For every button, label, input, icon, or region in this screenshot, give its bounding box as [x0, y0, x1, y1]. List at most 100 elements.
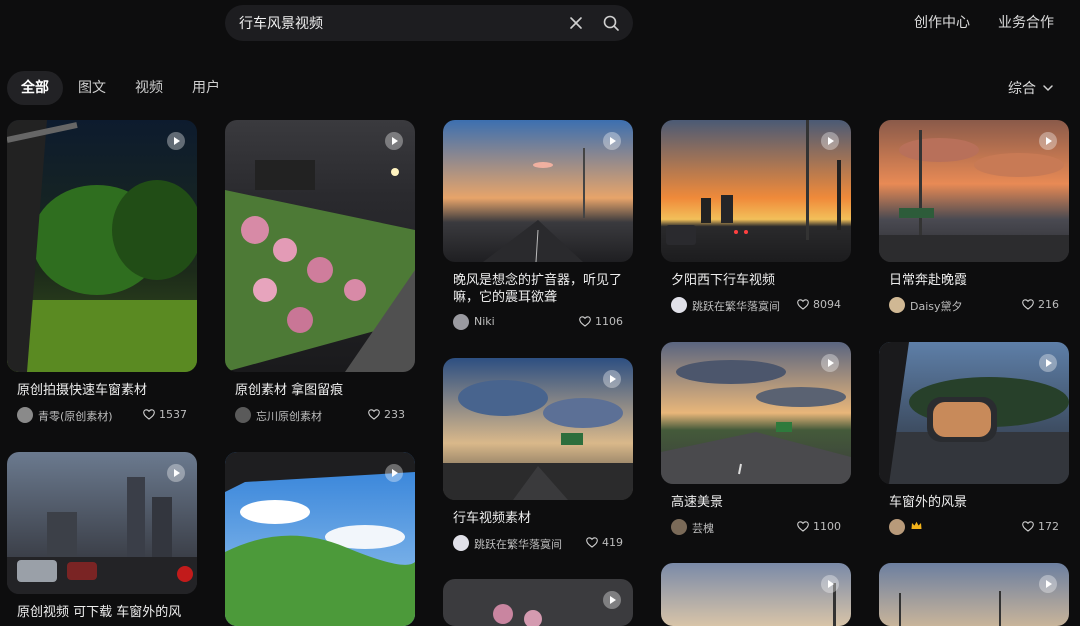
- play-icon: [167, 464, 185, 482]
- video-card: 原创素材 拿图留痕 忘川原创素材 233: [225, 120, 415, 424]
- like-count: 216: [1038, 298, 1059, 311]
- video-thumbnail[interactable]: [225, 452, 415, 626]
- like-button[interactable]: 419: [586, 536, 623, 549]
- crown-icon: [911, 521, 922, 529]
- video-thumbnail[interactable]: [7, 120, 197, 372]
- author-name[interactable]: 忘川原创素材: [256, 408, 322, 424]
- tab-notes[interactable]: 图文: [64, 71, 120, 105]
- video-thumbnail[interactable]: [225, 120, 415, 372]
- video-card: [661, 563, 851, 626]
- search-bar: [225, 5, 633, 41]
- video-card: [443, 579, 633, 626]
- video-thumbnail[interactable]: [443, 120, 633, 262]
- like-count: 1537: [159, 408, 187, 421]
- like-button[interactable]: 8094: [797, 298, 841, 311]
- play-icon: [603, 370, 621, 388]
- avatar[interactable]: [889, 519, 905, 535]
- like-count: 1100: [813, 520, 841, 533]
- avatar[interactable]: [235, 407, 251, 423]
- play-icon: [1039, 575, 1057, 593]
- card-meta: 青零(原创素材) 1537: [17, 406, 187, 424]
- like-count: 233: [384, 408, 405, 421]
- like-count: 172: [1038, 520, 1059, 533]
- video-thumbnail[interactable]: [661, 120, 851, 262]
- video-thumbnail[interactable]: [879, 342, 1069, 484]
- filter-tabs: 全部 图文 视频 用户: [7, 71, 235, 105]
- sort-dropdown[interactable]: 综合: [1008, 76, 1054, 100]
- video-card: 车窗外的风景 172: [879, 342, 1069, 536]
- card-title[interactable]: 晚风是想念的扩音器，听见了嘛，它的震耳欲聋: [453, 272, 623, 306]
- author-name[interactable]: Daisy黛夕: [910, 298, 963, 314]
- card-meta: 跳跃在繁华落寞间 419: [453, 534, 623, 552]
- play-icon: [167, 132, 185, 150]
- card-title[interactable]: 夕阳西下行车视频: [671, 272, 841, 289]
- like-button[interactable]: 1100: [797, 520, 841, 533]
- card-title[interactable]: 行车视频素材: [453, 510, 623, 527]
- author-name[interactable]: 跳跃在繁华落寞间: [692, 298, 780, 314]
- search-icon[interactable]: [602, 14, 620, 32]
- heart-icon: [586, 537, 598, 548]
- like-button[interactable]: 216: [1022, 298, 1059, 311]
- avatar[interactable]: [671, 519, 687, 535]
- video-thumbnail[interactable]: [443, 358, 633, 500]
- like-button[interactable]: 1106: [579, 315, 623, 328]
- heart-icon: [368, 409, 380, 420]
- play-icon: [385, 464, 403, 482]
- video-card: [225, 452, 415, 626]
- author-name[interactable]: 芸槐: [692, 520, 714, 536]
- card-meta: 172: [889, 518, 1059, 536]
- video-card: 日常奔赴晚霞 Daisy黛夕 216: [879, 120, 1069, 314]
- card-title[interactable]: 高速美景: [671, 494, 841, 511]
- clear-icon[interactable]: [567, 14, 585, 32]
- thumbnail-image: [7, 120, 197, 372]
- video-card: 晚风是想念的扩音器，听见了嘛，它的震耳欲聋 Niki 1106: [443, 120, 633, 331]
- avatar[interactable]: [671, 297, 687, 313]
- avatar[interactable]: [453, 314, 469, 330]
- tab-users[interactable]: 用户: [178, 71, 234, 105]
- video-thumbnail[interactable]: [879, 563, 1069, 626]
- like-button[interactable]: 172: [1022, 520, 1059, 533]
- like-count: 8094: [813, 298, 841, 311]
- video-thumbnail[interactable]: [661, 342, 851, 484]
- card-title[interactable]: 原创视频 可下载 车窗外的风: [17, 604, 187, 621]
- creator-center-link[interactable]: 创作中心: [914, 12, 970, 32]
- video-thumbnail[interactable]: [443, 579, 633, 626]
- business-link[interactable]: 业务合作: [998, 12, 1054, 32]
- card-title[interactable]: 原创拍摄快速车窗素材: [17, 382, 187, 399]
- avatar[interactable]: [453, 535, 469, 551]
- author-name[interactable]: 青零(原创素材): [38, 408, 113, 424]
- play-icon: [603, 591, 621, 609]
- card-meta: Daisy黛夕 216: [889, 296, 1059, 314]
- chevron-down-icon: [1043, 85, 1053, 92]
- avatar[interactable]: [17, 407, 33, 423]
- heart-icon: [797, 521, 809, 532]
- avatar[interactable]: [889, 297, 905, 313]
- like-button[interactable]: 233: [368, 408, 405, 421]
- heart-icon: [797, 299, 809, 310]
- card-title[interactable]: 原创素材 拿图留痕: [235, 382, 405, 399]
- play-icon: [1039, 132, 1057, 150]
- author-name[interactable]: 跳跃在繁华落寞间: [474, 536, 562, 552]
- video-thumbnail[interactable]: [879, 120, 1069, 262]
- like-button[interactable]: 1537: [143, 408, 187, 421]
- tab-all[interactable]: 全部: [7, 71, 63, 105]
- play-icon: [821, 575, 839, 593]
- card-meta: 跳跃在繁华落寞间 8094: [671, 296, 841, 314]
- card-title[interactable]: 日常奔赴晚霞: [889, 272, 1059, 289]
- video-thumbnail[interactable]: [7, 452, 197, 594]
- play-icon: [821, 132, 839, 150]
- video-card: 行车视频素材 跳跃在繁华落寞间 419: [443, 358, 633, 552]
- sort-label: 综合: [1008, 81, 1036, 97]
- search-input[interactable]: [239, 5, 559, 41]
- thumbnail-image: [661, 563, 851, 626]
- card-title[interactable]: 车窗外的风景: [889, 494, 1059, 511]
- video-card: 高速美景 芸槐 1100: [661, 342, 851, 536]
- like-count: 1106: [595, 315, 623, 328]
- tab-videos[interactable]: 视频: [121, 71, 177, 105]
- heart-icon: [579, 316, 591, 327]
- video-card: [879, 563, 1069, 626]
- author-name[interactable]: Niki: [474, 315, 495, 328]
- play-icon: [1039, 354, 1057, 372]
- header-links: 创作中心 业务合作: [914, 0, 1054, 44]
- video-thumbnail[interactable]: [661, 563, 851, 626]
